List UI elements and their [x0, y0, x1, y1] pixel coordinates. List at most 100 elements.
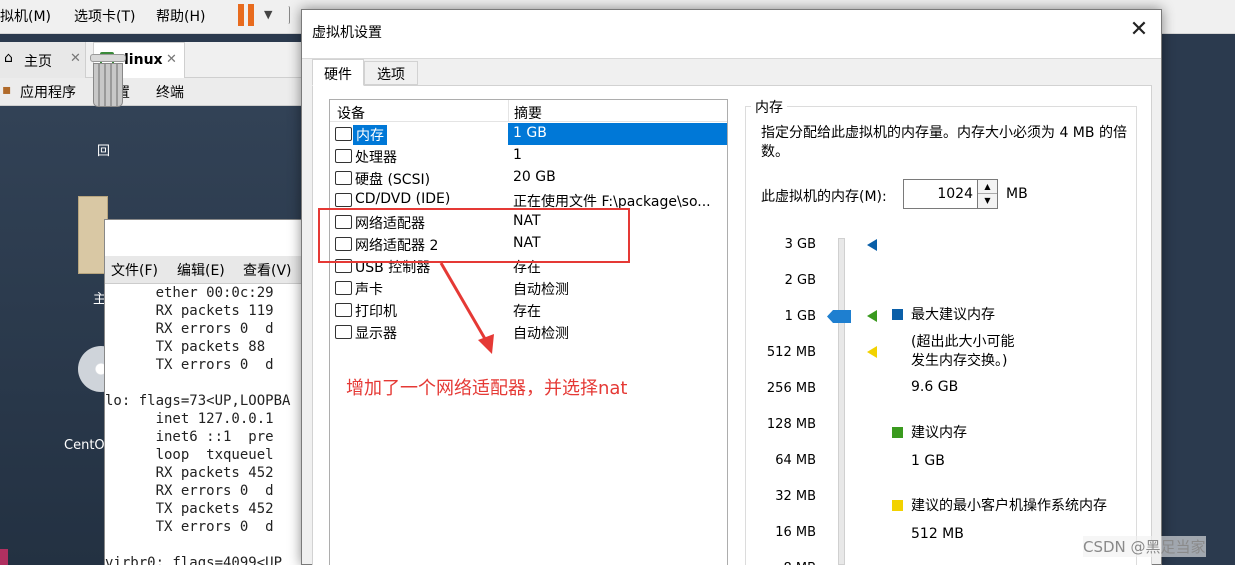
memory-scale-label: 64 MB: [775, 453, 816, 468]
device-row[interactable]: 声卡 自动检测: [330, 277, 727, 299]
memory-input[interactable]: 1024: [903, 179, 979, 209]
device-list-header: 设备 摘要: [330, 100, 727, 122]
device-name: 显示器: [355, 326, 397, 342]
terminal-line: RX packets 452: [105, 465, 274, 481]
spin-down-icon[interactable]: ▼: [978, 194, 997, 208]
taskbar-fragment: [0, 549, 8, 565]
device-summary: 1 GB: [513, 125, 547, 141]
desktop-label-trash: 回: [97, 144, 111, 159]
terminal-menu-view[interactable]: 查看(V): [243, 260, 292, 280]
device-summary: 20 GB: [513, 169, 556, 185]
device-summary: 1: [513, 147, 522, 163]
menu-help[interactable]: 帮助(H): [156, 6, 205, 26]
legend-min-value: 512 MB: [911, 526, 964, 542]
close-icon[interactable]: ✕: [70, 51, 81, 66]
memory-icon: [335, 127, 352, 141]
min-recommended-marker: [867, 346, 877, 358]
toolbar-separator: [286, 6, 290, 24]
device-summary: 自动检测: [513, 282, 569, 298]
memory-scale-label: 32 MB: [775, 489, 816, 504]
device-name: CD/DVD (IDE): [355, 191, 451, 207]
terminal-menu-file[interactable]: 文件(F): [111, 260, 158, 280]
device-row[interactable]: 硬盘 (SCSI) 20 GB: [330, 167, 727, 189]
terminal-line: virbr0: flags=4099<UP: [105, 555, 283, 565]
terminal-line: inet 127.0.0.1: [105, 411, 274, 427]
legend-max-swatch: [892, 309, 903, 320]
legend-max-title: 最大建议内存: [911, 307, 995, 323]
terminal-line: RX packets 119: [105, 303, 274, 319]
legend-max-note: (超出此大小可能 发生内存交换。): [911, 334, 1015, 369]
apps-icon: ▪: [2, 82, 12, 98]
harddisk-icon: [335, 171, 352, 185]
printer-icon: [335, 303, 352, 317]
recommended-marker: [867, 310, 877, 322]
memory-label: 此虚拟机的内存(M):: [761, 189, 887, 205]
legend-min-title: 建议的最小客户机操作系统内存: [911, 498, 1107, 514]
memory-scale-label: 128 MB: [766, 417, 816, 432]
home-icon: ⌂: [4, 50, 13, 66]
memory-slider-thumb[interactable]: [827, 310, 851, 323]
device-row[interactable]: 打印机 存在: [330, 299, 727, 321]
annotation-text: 增加了一个网络适配器，并选择nat: [346, 378, 628, 399]
terminal-line: TX errors 0 d: [105, 519, 274, 535]
terminal-line: RX errors 0 d: [105, 321, 274, 337]
menu-applications[interactable]: 应用程序: [20, 82, 76, 102]
legend-rec-value: 1 GB: [911, 453, 945, 469]
terminal-window[interactable]: 文件(F) 编辑(E) 查看(V) ether 00:0c:29 RX pack…: [104, 219, 311, 565]
menu-tabs[interactable]: 选项卡(T): [74, 6, 135, 26]
chevron-down-icon[interactable]: ▼: [264, 8, 272, 21]
tab-hardware[interactable]: 硬件: [312, 59, 364, 86]
sound-card-icon: [335, 281, 352, 295]
terminal-menu-edit[interactable]: 编辑(E): [177, 260, 225, 280]
menu-vm[interactable]: 拟机(M): [0, 6, 51, 26]
memory-title: 内存: [751, 97, 787, 117]
processor-icon: [335, 149, 352, 163]
memory-scale-label: 512 MB: [766, 345, 816, 360]
terminal-line: TX packets 88: [105, 339, 266, 355]
desktop-label-centos: CentO: [64, 438, 105, 453]
tab-home-label: 主页: [24, 54, 52, 70]
device-row[interactable]: 显示器 自动检测: [330, 321, 727, 343]
legend-rec-title: 建议内存: [911, 425, 967, 441]
tab-linux-label: linux: [124, 52, 163, 68]
menu-terminal[interactable]: 终端: [156, 82, 184, 102]
memory-scale-label: 16 MB: [775, 525, 816, 540]
watermark: CSDN @黑足当家: [1083, 536, 1206, 557]
guest-topbar: ▪ 应用程序 位置 终端: [0, 78, 310, 106]
device-name: 内存: [353, 125, 387, 145]
memory-description: 指定分配给此虚拟机的内存量。内存大小必须为 4 MB 的倍数。: [761, 125, 1127, 160]
device-row[interactable]: 内存 1 GB: [330, 123, 727, 145]
device-summary: 存在: [513, 304, 541, 320]
memory-scale-label: 3 GB: [784, 237, 816, 252]
terminal-menubar: 文件(F) 编辑(E) 查看(V): [105, 256, 311, 284]
memory-slider[interactable]: [838, 238, 845, 565]
column-device[interactable]: 设备: [337, 103, 365, 123]
close-icon[interactable]: ✕: [166, 52, 177, 67]
terminal-line: lo: flags=73<UP,LOOPBA: [105, 393, 291, 409]
terminal-line: ether 00:0c:29: [105, 285, 274, 301]
device-row[interactable]: 处理器 1: [330, 145, 727, 167]
column-summary[interactable]: 摘要: [514, 103, 542, 123]
tab-home[interactable]: ⌂ 主页 ✕: [0, 42, 86, 78]
device-name: 硬盘 (SCSI): [355, 172, 431, 188]
trash-icon[interactable]: [90, 54, 126, 108]
memory-scale-label: 2 GB: [784, 273, 816, 288]
terminal-line: inet6 ::1 pre: [105, 429, 274, 445]
terminal-output[interactable]: ether 00:0c:29 RX packets 119 RX errors …: [105, 284, 311, 565]
vm-tabbar: ⌂ 主页 ✕ linux ✕: [0, 42, 310, 78]
display-icon: [335, 325, 352, 339]
device-summary: 自动检测: [513, 326, 569, 342]
max-recommended-marker: [867, 239, 877, 251]
memory-spinner[interactable]: ▲ ▼: [977, 179, 998, 209]
legend-min-swatch: [892, 500, 903, 511]
device-name: 打印机: [355, 304, 397, 320]
device-name: 声卡: [355, 282, 383, 298]
tab-options[interactable]: 选项: [364, 61, 418, 85]
close-icon[interactable]: ✕: [1124, 16, 1154, 46]
terminal-line: RX errors 0 d: [105, 483, 274, 499]
cd-dvd-icon: [335, 193, 352, 207]
device-list[interactable]: 设备 摘要 内存 1 GB 处理器 1 硬盘 (SCSI) 20 GB CD/DVD (ID…: [329, 99, 728, 565]
spin-up-icon[interactable]: ▲: [978, 180, 997, 194]
pause-icon[interactable]: [236, 4, 256, 28]
legend-max-value: 9.6 GB: [911, 379, 959, 395]
